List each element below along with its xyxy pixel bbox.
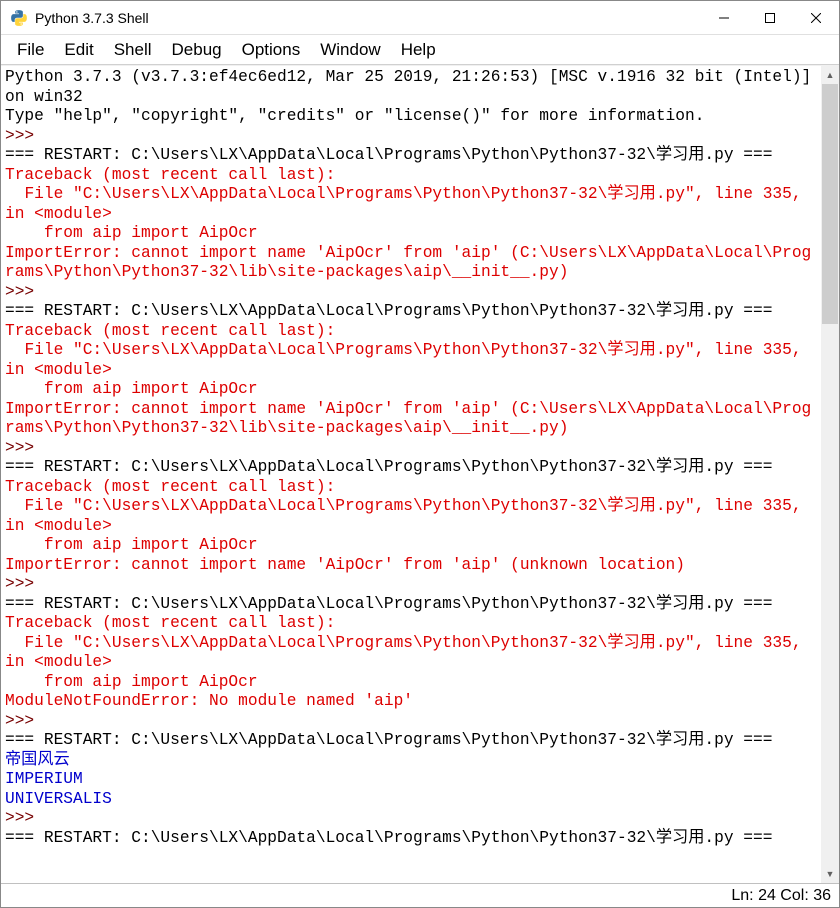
prompt: >>> xyxy=(5,283,34,301)
traceback-file: File "C:\Users\LX\AppData\Local\Programs… xyxy=(5,497,811,535)
menu-shell[interactable]: Shell xyxy=(104,38,162,62)
close-button[interactable] xyxy=(793,2,839,34)
error-line: ImportError: cannot import name 'AipOcr'… xyxy=(5,400,811,438)
menu-help[interactable]: Help xyxy=(391,38,446,62)
vertical-scrollbar[interactable]: ▲ ▼ xyxy=(821,66,839,883)
traceback-file: File "C:\Users\LX\AppData\Local\Programs… xyxy=(5,634,811,672)
stdout-line: 帝国风云 xyxy=(5,751,70,769)
menu-file[interactable]: File xyxy=(7,38,54,62)
restart-line: === RESTART: C:\Users\LX\AppData\Local\P… xyxy=(5,595,772,613)
error-line: ImportError: cannot import name 'AipOcr'… xyxy=(5,556,685,574)
stdout-line: IMPERIUM xyxy=(5,770,83,788)
shell-output[interactable]: Python 3.7.3 (v3.7.3:ef4ec6ed12, Mar 25 … xyxy=(1,66,821,883)
traceback-header: Traceback (most recent call last): xyxy=(5,614,335,632)
banner-line: Type "help", "copyright", "credits" or "… xyxy=(5,107,704,125)
maximize-button[interactable] xyxy=(747,2,793,34)
restart-line: === RESTART: C:\Users\LX\AppData\Local\P… xyxy=(5,458,772,476)
traceback-header: Traceback (most recent call last): xyxy=(5,478,335,496)
menu-window[interactable]: Window xyxy=(310,38,390,62)
scroll-down-arrow[interactable]: ▼ xyxy=(821,865,839,883)
scroll-thumb[interactable] xyxy=(822,84,838,324)
banner-line: Python 3.7.3 (v3.7.3:ef4ec6ed12, Mar 25 … xyxy=(5,68,821,106)
traceback-header: Traceback (most recent call last): xyxy=(5,322,335,340)
prompt: >>> xyxy=(5,127,34,145)
restart-line: === RESTART: C:\Users\LX\AppData\Local\P… xyxy=(5,731,772,749)
window-title: Python 3.7.3 Shell xyxy=(35,10,701,26)
statusbar: Ln: 24 Col: 36 xyxy=(1,883,839,907)
traceback-file: File "C:\Users\LX\AppData\Local\Programs… xyxy=(5,185,811,223)
prompt: >>> xyxy=(5,575,34,593)
error-line: ImportError: cannot import name 'AipOcr'… xyxy=(5,244,811,282)
python-icon xyxy=(9,8,29,28)
restart-line: === RESTART: C:\Users\LX\AppData\Local\P… xyxy=(5,829,772,847)
menubar: File Edit Shell Debug Options Window Hel… xyxy=(1,35,839,65)
restart-line: === RESTART: C:\Users\LX\AppData\Local\P… xyxy=(5,302,772,320)
cursor-position: Ln: 24 Col: 36 xyxy=(731,887,831,905)
scroll-up-arrow[interactable]: ▲ xyxy=(821,66,839,84)
menu-options[interactable]: Options xyxy=(232,38,311,62)
traceback-header: Traceback (most recent call last): xyxy=(5,166,335,184)
menu-edit[interactable]: Edit xyxy=(54,38,103,62)
traceback-source: from aip import AipOcr xyxy=(5,673,258,691)
traceback-file: File "C:\Users\LX\AppData\Local\Programs… xyxy=(5,341,811,379)
prompt: >>> xyxy=(5,439,34,457)
restart-line: === RESTART: C:\Users\LX\AppData\Local\P… xyxy=(5,146,772,164)
traceback-source: from aip import AipOcr xyxy=(5,380,258,398)
traceback-source: from aip import AipOcr xyxy=(5,224,258,242)
traceback-source: from aip import AipOcr xyxy=(5,536,258,554)
titlebar: Python 3.7.3 Shell xyxy=(1,1,839,35)
minimize-button[interactable] xyxy=(701,2,747,34)
prompt: >>> xyxy=(5,809,34,827)
menu-debug[interactable]: Debug xyxy=(162,38,232,62)
stdout-line: UNIVERSALIS xyxy=(5,790,112,808)
prompt: >>> xyxy=(5,712,34,730)
error-line: ModuleNotFoundError: No module named 'ai… xyxy=(5,692,413,710)
